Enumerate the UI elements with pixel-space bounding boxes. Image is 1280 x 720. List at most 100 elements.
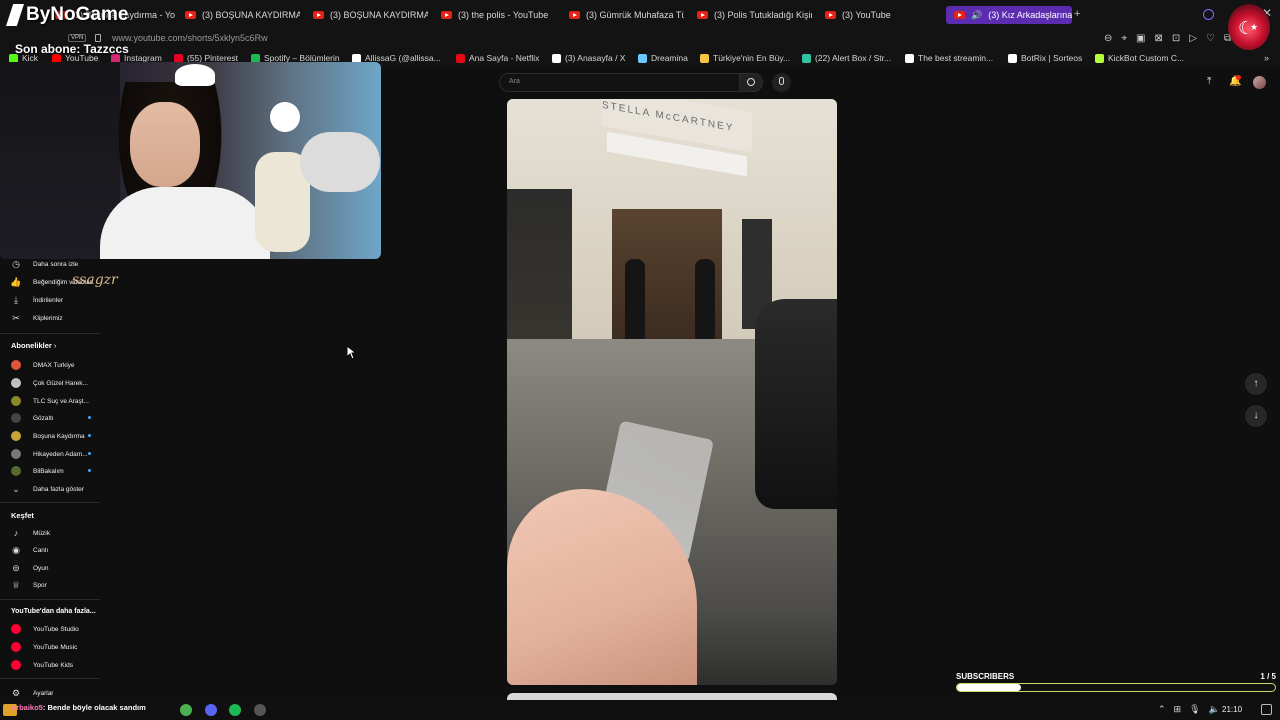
sidebar-item-subscription[interactable]: Gözaltı [11, 413, 101, 423]
goal-label: SUBSCRIBERS [956, 672, 1015, 681]
avatar[interactable] [1253, 76, 1266, 89]
x-icon [552, 53, 561, 63]
screenshot-icon[interactable]: ▣ [1136, 33, 1145, 44]
bookmark[interactable]: BotRix | Sorteos [1008, 53, 1082, 63]
music-icon: ♪ [13, 528, 19, 538]
youtube-kids-icon [11, 660, 21, 670]
zoom-icon[interactable]: ⊖ [1104, 33, 1112, 44]
bookmark-site-icon [700, 53, 709, 63]
browser-tab[interactable]: (3) BOŞUNA KAYDIRMA [185, 6, 300, 24]
search-input[interactable]: Ara [499, 73, 740, 92]
bookmark[interactable]: The best streamin... [905, 53, 993, 63]
sidebar-item-watch-later[interactable]: ◷ Daha sonra izle [11, 259, 78, 269]
next-short-button[interactable]: ↓ [1245, 405, 1267, 427]
more-from-youtube-heading: YouTube'dan daha fazla... [11, 608, 96, 615]
bookmark[interactable]: KickBot Custom C... [1095, 53, 1184, 63]
shorts-video-player[interactable]: STELLA McCARTNEY [507, 99, 837, 685]
search-icon [747, 78, 755, 86]
youtube-music-icon [11, 642, 21, 652]
live-icon: ◉ [12, 544, 20, 555]
vpn-badge[interactable]: VPN [68, 34, 87, 42]
browser-tab-active[interactable]: 🔊 (3) Kız Arkadaşlarına [946, 6, 1072, 24]
sidebar-item-downloads[interactable]: ⤓ İndirilenler [11, 295, 63, 305]
clock-icon: ◷ [12, 258, 20, 269]
youtube-icon [697, 11, 708, 19]
youtube-icon [569, 11, 580, 19]
speaker-icon[interactable]: 🔈 [1209, 704, 1220, 715]
kickbot-icon [1095, 53, 1104, 63]
sidebar-item-sports[interactable]: ♕ Spor [11, 580, 47, 590]
upload-icon[interactable]: ⤒ [1207, 76, 1211, 87]
show-more-button[interactable]: ⌄ Daha fazla göster [11, 484, 84, 494]
notification-center-icon[interactable] [1261, 704, 1272, 715]
camera-icon[interactable]: ⊡ [1172, 33, 1180, 44]
divider [0, 599, 100, 600]
more-bookmarks-icon[interactable]: » [1264, 53, 1269, 63]
sidebar-item-subscription[interactable]: TLC Suç ve Araşt... [11, 396, 89, 406]
scooter [755, 299, 837, 509]
heart-icon[interactable]: ♡ [1206, 33, 1215, 44]
sidebar-item-live[interactable]: ◉ Canlı [11, 545, 48, 555]
bookmark[interactable]: (22) Alert Box / Str... [802, 53, 891, 63]
browser-tab[interactable]: (3) Polis Tutukladığı Kişin [697, 6, 812, 24]
voice-search-button[interactable] [772, 73, 791, 92]
bookmark[interactable]: Dreamina [638, 53, 688, 63]
lock-icon [95, 34, 101, 42]
chevron-down-icon: ⌄ [12, 483, 20, 494]
browser-tab-bar: (3) Boşuna Kaydırma - Yo (3) BOŞUNA KAYD… [0, 0, 1280, 30]
sidebar-item-subscription[interactable]: Boşuna Kaydırma [11, 431, 101, 441]
divider [0, 502, 100, 503]
bookmark[interactable]: Ana Sayfa - Netflix [456, 53, 539, 63]
network-icon[interactable]: ⊞ [1174, 704, 1182, 715]
chevron-up-icon[interactable]: ⌃ [1158, 704, 1166, 715]
cat-ear-headphones [175, 64, 215, 86]
browser-tab[interactable]: (3) YouTube [825, 6, 935, 24]
browser-tab[interactable]: (3) Gümrük Muhafaza Tür [569, 6, 684, 24]
new-tab-button[interactable]: + [1074, 8, 1080, 20]
sidebar-item-youtube-music[interactable]: YouTube Music [11, 642, 77, 652]
youtube-icon [954, 11, 965, 19]
microphone-icon[interactable]: 🎙 [1189, 704, 1200, 715]
browser-tab[interactable]: (3) the polis - YouTube [441, 6, 556, 24]
vpn-icon[interactable]: ⊠ [1154, 33, 1162, 44]
search-button[interactable] [739, 73, 763, 92]
gamepad-icon: ⊜ [12, 562, 20, 573]
sidebar-item-gaming[interactable]: ⊜ Oyun [11, 562, 48, 573]
channel-avatar [11, 378, 21, 388]
trophy-icon: ♕ [11, 579, 21, 590]
youtube-icon [313, 11, 324, 19]
sidebar-item-clips[interactable]: ✂ Kliplerimiz [11, 313, 62, 323]
plush-panda [270, 102, 300, 132]
sidebar-item-music[interactable]: ♪ Müzik [11, 528, 50, 538]
turkish-flag-avatar: ☾ ★ [1228, 4, 1270, 50]
search-tabs-icon[interactable] [1203, 9, 1214, 20]
microphone-icon [779, 77, 784, 85]
previous-short-button[interactable]: ↑ [1245, 373, 1267, 395]
sidebar-item-settings[interactable]: ⚙ Ayarlar [11, 688, 54, 698]
sidebar-item-youtube-kids[interactable]: YouTube Kids [11, 660, 73, 670]
channel-avatar [11, 360, 21, 370]
browser-tab[interactable]: (3) BOŞUNA KAYDIRMA [313, 6, 428, 24]
streaming-icon [905, 53, 914, 63]
logo-mark-icon [6, 4, 24, 26]
toolbar-icons: ⊖ ⌖ ▣ ⊠ ⊡ ▷ ♡ ⧉ [1104, 33, 1231, 44]
sidebar-item-subscription[interactable]: DMAX Turkiye [11, 360, 75, 370]
sidebar-item-subscription[interactable]: BilBakalım [11, 466, 101, 476]
chat-message: arbaiko5: Bende böyle olacak sandım [12, 703, 146, 712]
pin-icon[interactable]: ⌖ [1121, 33, 1127, 44]
subscriptions-heading[interactable]: Abonelikler › [11, 341, 56, 350]
obs-icon[interactable] [254, 704, 266, 716]
bookmark[interactable]: (3) Anasayfa / X [552, 53, 625, 63]
bookmark[interactable]: Türkiye'nin En Büy... [700, 53, 790, 63]
taskbar: arbaiko5: Bende böyle olacak sandım ⌃ ⊞ … [0, 700, 1280, 720]
discord-icon[interactable] [205, 704, 217, 716]
channel-avatar [11, 396, 21, 406]
spotify-icon[interactable] [229, 704, 241, 716]
url-field[interactable]: www.youtube.com/shorts/5xklyn5c6Rw [112, 33, 268, 43]
sidebar-item-subscription[interactable]: Çok Güzel Harek... [11, 378, 88, 388]
play-icon[interactable]: ▷ [1189, 33, 1197, 44]
new-content-dot [88, 469, 91, 472]
chrome-icon[interactable] [180, 704, 192, 716]
sidebar-item-subscription[interactable]: Hikayeden Adam... [11, 449, 101, 459]
sidebar-item-youtube-studio[interactable]: YouTube Studio [11, 624, 79, 634]
